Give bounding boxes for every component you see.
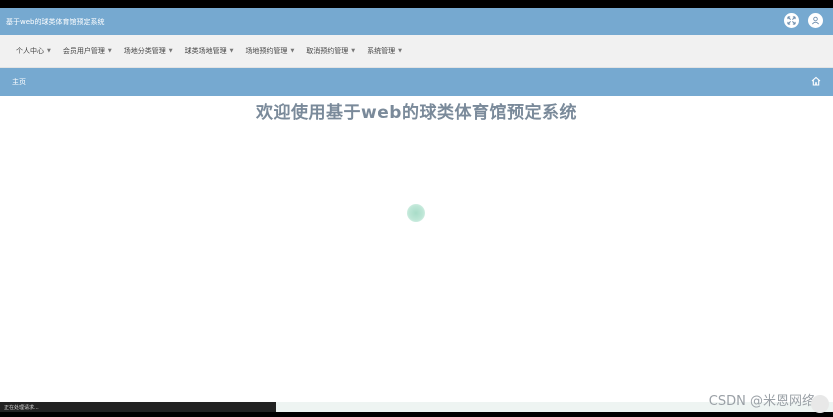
user-button[interactable] <box>808 13 823 28</box>
menu-item-label: 系统管理 <box>367 47 396 55</box>
menu-item-venue-categories[interactable]: 场地分类管理 ▼ <box>118 46 179 56</box>
menu-item-member-users[interactable]: 会员用户管理 ▼ <box>57 46 118 56</box>
menu-item-label: 场地预约管理 <box>245 47 288 55</box>
menu-item-ball-venues[interactable]: 球类场地管理 ▼ <box>179 46 240 56</box>
chevron-down-icon: ▼ <box>168 48 173 54</box>
menu-item-personal-center[interactable]: 个人中心 ▼ <box>10 46 57 56</box>
chevron-down-icon: ▼ <box>47 48 51 54</box>
header-actions <box>784 13 823 28</box>
welcome-title: 欢迎使用基于web的球类体育馆预定系统 <box>256 103 577 123</box>
status-text: 正在处理请求... <box>4 404 39 411</box>
csdn-watermark: CSDN @米恩网络 <box>708 394 815 409</box>
chevron-down-icon: ▼ <box>398 48 403 54</box>
corner-button[interactable] <box>811 395 829 413</box>
app-title: 基于web的球类体育馆预定系统 <box>6 17 105 26</box>
chevron-down-icon: ▼ <box>229 48 234 54</box>
chevron-down-icon: ▼ <box>351 48 356 54</box>
chevron-down-icon: ▼ <box>107 48 112 54</box>
main-menu: 个人中心 ▼ 会员用户管理 ▼ 场地分类管理 ▼ 球类场地管理 ▼ 场地预约管理… <box>0 35 833 68</box>
menu-item-label: 个人中心 <box>16 47 44 55</box>
browser-status-bar: 正在处理请求... <box>0 402 276 412</box>
menu-item-label: 场地分类管理 <box>123 47 166 55</box>
menu-item-label: 会员用户管理 <box>62 47 105 55</box>
menu-item-label: 取消预约管理 <box>306 47 349 55</box>
breadcrumb-home-link[interactable]: 主页 <box>12 77 26 87</box>
menu-item-venue-bookings[interactable]: 场地预约管理 ▼ <box>239 46 300 56</box>
home-icon[interactable] <box>811 76 821 86</box>
app-header: 基于web的球类体育馆预定系统 <box>0 8 833 35</box>
fullscreen-button[interactable] <box>784 13 799 28</box>
user-icon <box>812 16 819 25</box>
menu-item-label: 球类场地管理 <box>184 47 227 55</box>
menu-item-cancel-bookings[interactable]: 取消预约管理 ▼ <box>300 46 361 56</box>
chevron-down-icon: ▼ <box>290 48 295 54</box>
loading-spinner-icon <box>407 204 425 222</box>
menu-item-system[interactable]: 系统管理 ▼ <box>361 46 408 56</box>
browser-viewport: 基于web的球类体育馆预定系统 个人中心 ▼ 会员用户管理 ▼ 场地分类管理 ▼… <box>0 8 833 412</box>
main-content: 欢迎使用基于web的球类体育馆预定系统 <box>0 96 833 412</box>
breadcrumb: 主页 <box>0 68 833 96</box>
fullscreen-icon <box>787 16 796 25</box>
